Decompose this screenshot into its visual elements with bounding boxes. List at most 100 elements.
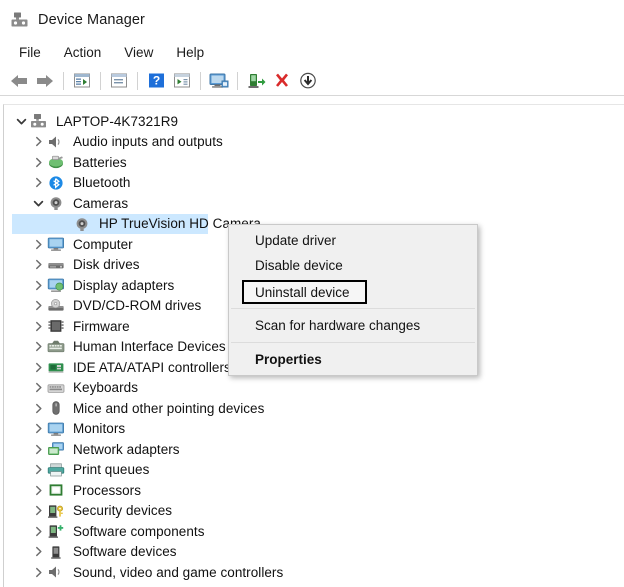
tree-item[interactable]: Software components bbox=[4, 521, 624, 542]
tree-item-label: Display adapters bbox=[73, 277, 175, 293]
monitor-icon bbox=[47, 421, 67, 437]
tree-item-label: Mice and other pointing devices bbox=[73, 400, 265, 416]
chevron-right-icon[interactable] bbox=[30, 177, 47, 188]
chevron-right-icon[interactable] bbox=[30, 321, 47, 332]
chevron-right-icon[interactable] bbox=[30, 136, 47, 147]
forward-arrow-icon[interactable] bbox=[32, 68, 58, 94]
ctx-scan-hardware[interactable]: Scan for hardware changes bbox=[229, 313, 477, 338]
tree-item[interactable]: Sound, video and game controllers bbox=[4, 562, 624, 583]
tree-item-label: Disk drives bbox=[73, 257, 140, 273]
tree-item[interactable]: Cameras bbox=[4, 193, 624, 214]
scan-hardware-changes-icon[interactable] bbox=[206, 68, 232, 94]
tree-item-label: Network adapters bbox=[73, 441, 180, 457]
battery-icon bbox=[47, 154, 67, 170]
context-menu-item-label: Uninstall device bbox=[255, 284, 350, 300]
tree-item-label: Computer bbox=[73, 236, 133, 252]
enable-device-icon[interactable] bbox=[243, 68, 269, 94]
tree-item-label: Software devices bbox=[73, 544, 177, 560]
chevron-right-icon[interactable] bbox=[30, 505, 47, 516]
tree-item[interactable]: LAPTOP-4K7321R9 bbox=[4, 111, 624, 132]
tree-item[interactable]: Security devices bbox=[4, 501, 624, 522]
bluetooth-icon bbox=[47, 175, 67, 191]
security-device-icon bbox=[47, 503, 67, 519]
chevron-right-icon[interactable] bbox=[30, 157, 47, 168]
device-manager-icon bbox=[10, 11, 30, 29]
disk-drive-icon bbox=[47, 257, 67, 273]
chevron-right-icon[interactable] bbox=[30, 444, 47, 455]
tree-item-label: IDE ATA/ATAPI controllers bbox=[73, 359, 231, 375]
tree-item[interactable]: Audio inputs and outputs bbox=[4, 132, 624, 153]
menu-file[interactable]: File bbox=[9, 43, 54, 63]
chevron-right-icon[interactable] bbox=[30, 403, 47, 414]
tree-item[interactable]: Print queues bbox=[4, 460, 624, 481]
ctx-update-driver[interactable]: Update driver bbox=[229, 228, 477, 253]
back-arrow-icon[interactable] bbox=[6, 68, 32, 94]
properties-icon[interactable] bbox=[106, 68, 132, 94]
computer-root-icon bbox=[30, 113, 50, 129]
context-menu[interactable]: Update driver Disable device Uninstall dev… bbox=[228, 224, 478, 376]
mouse-icon bbox=[47, 400, 67, 416]
menu-view[interactable]: View bbox=[114, 43, 166, 63]
title-bar: Device Manager bbox=[0, 0, 624, 40]
camera-icon bbox=[47, 195, 67, 211]
chevron-right-icon[interactable] bbox=[30, 300, 47, 311]
ctx-uninstall-device[interactable]: Uninstall device bbox=[242, 280, 367, 304]
tree-item-label: DVD/CD-ROM drives bbox=[73, 298, 202, 314]
show-hide-console-tree-icon[interactable] bbox=[69, 68, 95, 94]
camera-device-icon bbox=[73, 216, 93, 232]
tree-item[interactable]: Network adapters bbox=[4, 439, 624, 460]
keyboard-icon bbox=[47, 380, 67, 396]
device-manager-window: Device Manager File Action View Help ? L… bbox=[0, 0, 624, 587]
svg-text:?: ? bbox=[152, 74, 159, 88]
context-menu-separator bbox=[231, 308, 475, 309]
tree-item[interactable]: Software devices bbox=[4, 542, 624, 563]
chevron-right-icon[interactable] bbox=[30, 464, 47, 475]
chevron-right-icon[interactable] bbox=[30, 526, 47, 537]
tree-item[interactable]: Monitors bbox=[4, 419, 624, 440]
chevron-right-icon[interactable] bbox=[30, 362, 47, 373]
chevron-right-icon[interactable] bbox=[30, 485, 47, 496]
tree-item-label: Cameras bbox=[73, 195, 129, 211]
context-menu-item-label: Scan for hardware changes bbox=[255, 318, 421, 333]
tree-item-label: Sound, video and game controllers bbox=[73, 564, 284, 580]
toolbar: ? bbox=[0, 66, 624, 96]
chevron-right-icon[interactable] bbox=[30, 423, 47, 434]
menu-help[interactable]: Help bbox=[166, 43, 217, 63]
chevron-right-icon[interactable] bbox=[30, 259, 47, 270]
disable-device-icon[interactable] bbox=[295, 68, 321, 94]
chevron-right-icon[interactable] bbox=[30, 341, 47, 352]
tree-item-label: Monitors bbox=[73, 421, 126, 437]
menu-action[interactable]: Action bbox=[54, 43, 115, 63]
tree-item[interactable]: Batteries bbox=[4, 152, 624, 173]
window-title: Device Manager bbox=[38, 12, 145, 28]
tree-item-label: Batteries bbox=[73, 154, 127, 170]
chevron-right-icon[interactable] bbox=[30, 567, 47, 578]
context-menu-item-label: Properties bbox=[255, 352, 322, 367]
tree-item[interactable]: Keyboards bbox=[4, 378, 624, 399]
chevron-down-icon[interactable] bbox=[30, 198, 47, 209]
update-driver-icon[interactable] bbox=[169, 68, 195, 94]
chevron-right-icon[interactable] bbox=[30, 280, 47, 291]
chevron-right-icon[interactable] bbox=[30, 239, 47, 250]
help-icon[interactable]: ? bbox=[143, 68, 169, 94]
uninstall-device-icon[interactable] bbox=[269, 68, 295, 94]
ctx-disable-device[interactable]: Disable device bbox=[229, 253, 477, 278]
speaker-icon bbox=[47, 564, 67, 580]
menu-bar: File Action View Help bbox=[0, 40, 624, 66]
processor-icon bbox=[47, 482, 67, 498]
firmware-chip-icon bbox=[47, 318, 67, 334]
context-menu-separator bbox=[231, 342, 475, 343]
chevron-down-icon[interactable] bbox=[13, 116, 30, 127]
network-adapter-icon bbox=[47, 441, 67, 457]
chevron-right-icon[interactable] bbox=[30, 382, 47, 393]
tree-item[interactable]: Bluetooth bbox=[4, 173, 624, 194]
ctx-properties[interactable]: Properties bbox=[229, 347, 477, 372]
tree-item[interactable]: Mice and other pointing devices bbox=[4, 398, 624, 419]
toolbar-separator bbox=[237, 71, 238, 90]
tree-item-label: Processors bbox=[73, 482, 142, 498]
printer-icon bbox=[47, 462, 67, 478]
tree-item-label: Software components bbox=[73, 523, 205, 539]
speaker-icon bbox=[47, 134, 67, 150]
chevron-right-icon[interactable] bbox=[30, 546, 47, 557]
tree-item[interactable]: Processors bbox=[4, 480, 624, 501]
